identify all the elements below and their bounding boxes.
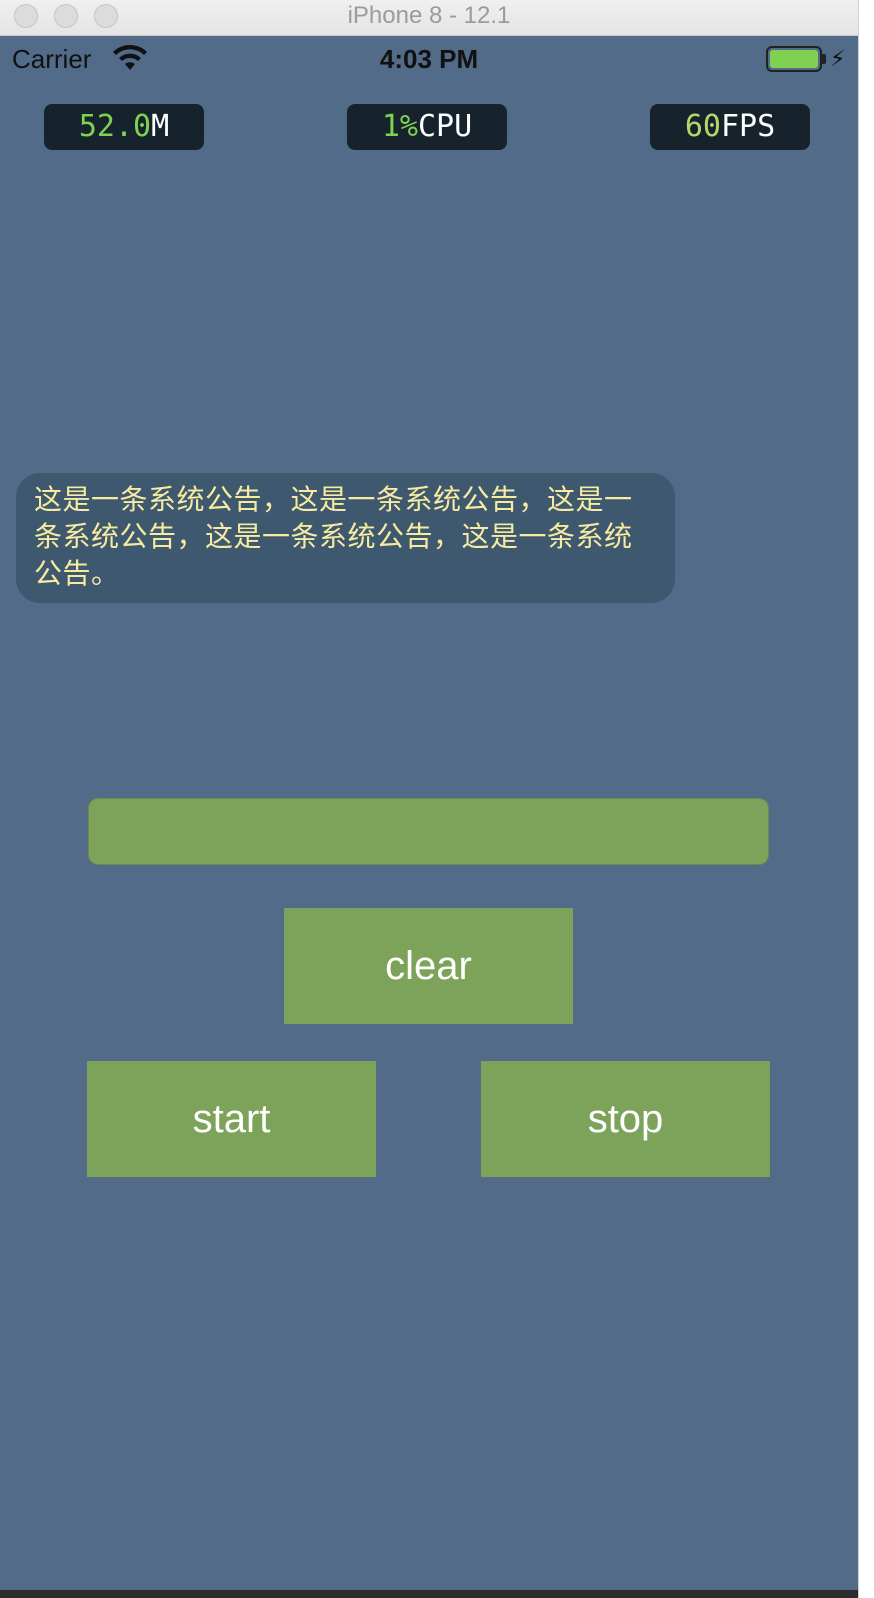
clear-button[interactable]: clear <box>284 908 573 1024</box>
device-screen: Carrier 4:03 PM ⚡ 52.0M 1%CPU 60FPS 这是一条… <box>0 36 858 1598</box>
text-input[interactable] <box>88 798 769 865</box>
fps-unit: FPS <box>720 109 776 144</box>
cpu-monitor: 1%CPU <box>347 104 507 150</box>
start-button[interactable]: start <box>87 1061 376 1177</box>
stop-button[interactable]: stop <box>481 1061 770 1177</box>
battery-tip <box>822 54 826 64</box>
memory-monitor: 52.0M <box>44 104 204 150</box>
battery-icon <box>766 46 822 72</box>
system-notice-bubble: 这是一条系统公告，这是一条系统公告，这是一条系统公告，这是一条系统公告，这是一条… <box>16 473 675 603</box>
fps-monitor: 60FPS <box>650 104 810 150</box>
charging-bolt-icon: ⚡ <box>830 46 846 71</box>
memory-value: 52.0 <box>78 109 152 144</box>
window-title: iPhone 8 - 12.1 <box>347 2 511 29</box>
simulator-titlebar: iPhone 8 - 12.1 <box>0 0 858 36</box>
desktop-background-edge <box>858 0 874 1598</box>
status-time: 4:03 PM <box>379 44 479 74</box>
memory-unit: M <box>151 109 170 144</box>
cpu-unit: CPU <box>417 109 473 144</box>
cpu-value: 1% <box>381 109 418 144</box>
fps-value: 60 <box>684 109 721 144</box>
desktop-taskbar-edge <box>0 1590 858 1598</box>
